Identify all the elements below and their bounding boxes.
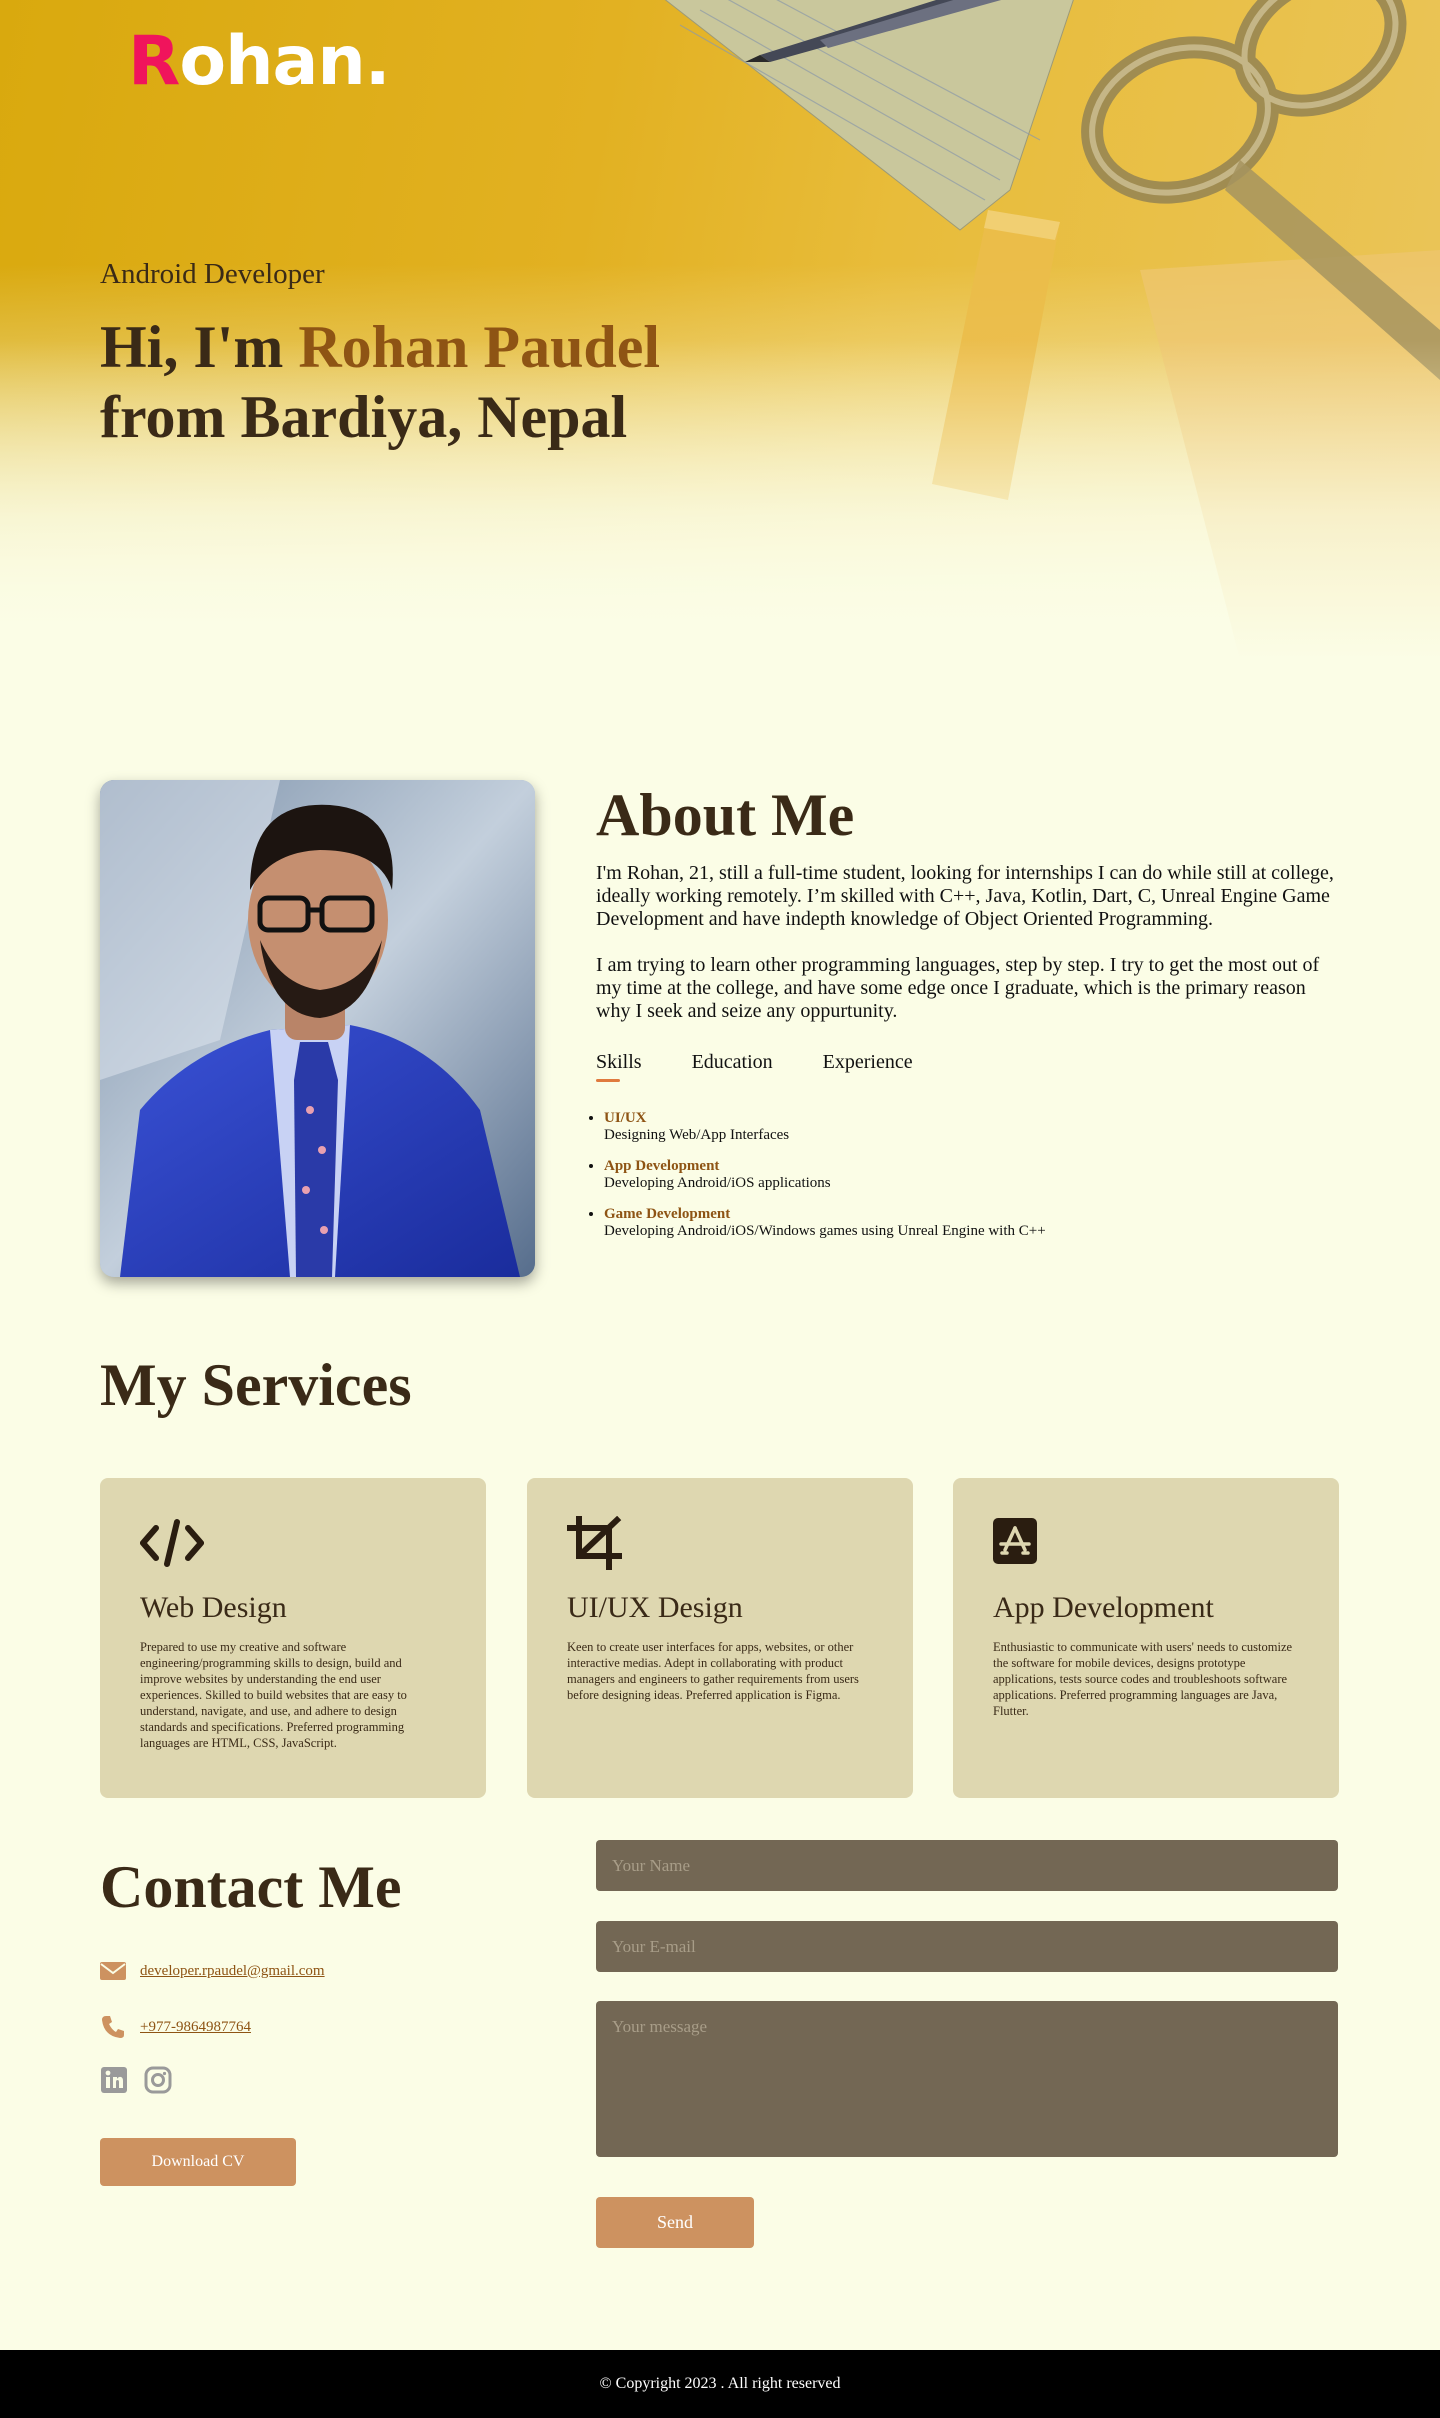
social-links <box>100 2066 172 2094</box>
skill-description: Designing Web/App Interfaces <box>604 1127 790 1143</box>
skill-description: Developing Android/iOS applications <box>604 1175 831 1191</box>
about-heading: About Me <box>596 782 855 848</box>
download-cv-button[interactable]: Download CV <box>100 2138 296 2186</box>
hero-location: from Bardiya, Nepal <box>100 384 628 450</box>
skills-list: UI/UX Designing Web/App Interfaces App D… <box>596 1110 1336 1240</box>
email-link[interactable]: developer.rpaudel@gmail.com <box>140 1963 325 1980</box>
service-title: UI/UX Design <box>567 1591 743 1624</box>
skill-title: UI/UX <box>604 1110 647 1126</box>
contact-email-row: developer.rpaudel@gmail.com <box>100 1960 325 1982</box>
service-card-app-development: App Development Enthusiastic to communic… <box>953 1478 1339 1798</box>
tab-experience[interactable]: Experience <box>823 1051 913 1082</box>
message-field[interactable] <box>596 2001 1338 2157</box>
about-paragraph-1: I'm Rohan, 21, still a full-time student… <box>596 862 1334 930</box>
code-icon <box>140 1519 204 1567</box>
about-tabs: Skills Education Experience <box>596 1051 1336 1082</box>
contact-section: Contact Me developer.rpaudel@gmail.com +… <box>0 1840 1440 2350</box>
hero-section: Rohan. Android Developer Hi, I'm Rohan P… <box>0 0 1440 660</box>
copyright-text: © Copyright 2023 . All right reserved <box>599 2375 841 2392</box>
profile-photo <box>100 780 535 1277</box>
linkedin-icon[interactable] <box>100 2066 128 2094</box>
service-title: Web Design <box>140 1591 287 1624</box>
contact-heading: Contact Me <box>100 1854 402 1920</box>
service-card-web-design: Web Design Prepared to use my creative a… <box>100 1478 486 1798</box>
envelope-icon <box>100 1962 126 1980</box>
list-item: Game Development Developing Android/iOS/… <box>604 1206 1336 1240</box>
instagram-icon[interactable] <box>144 2066 172 2094</box>
services-heading: My Services <box>100 1352 412 1418</box>
email-field[interactable] <box>596 1921 1338 1972</box>
send-button[interactable]: Send <box>596 2197 754 2248</box>
logo-rest: ohan. <box>179 22 390 101</box>
contact-phone-row: +977-9864987764 <box>100 2014 251 2040</box>
about-paragraph-2: I am trying to learn other programming l… <box>596 954 1320 1022</box>
site-logo[interactable]: Rohan. <box>128 22 391 101</box>
skill-title: App Development <box>604 1158 720 1174</box>
about-section: About Me I'm Rohan, 21, still a full-tim… <box>0 660 1440 1300</box>
service-description: Keen to create user interfaces for apps,… <box>567 1640 859 1702</box>
service-title: App Development <box>993 1591 1214 1624</box>
phone-icon <box>102 2016 124 2038</box>
service-description: Enthusiastic to communicate with users' … <box>993 1640 1293 1718</box>
services-section: My Services Web Design Prepared to use m… <box>0 1300 1440 1840</box>
service-card-uiux-design: UI/UX Design Keen to create user interfa… <box>527 1478 913 1798</box>
about-content: About Me I'm Rohan, 21, still a full-tim… <box>596 780 1336 1254</box>
logo-initial: R <box>128 22 180 101</box>
hero-role: Android Developer <box>100 258 325 290</box>
list-item: App Development Developing Android/iOS a… <box>604 1158 1336 1192</box>
hero-title: Hi, I'm Rohan Paudel from Bardiya, Nepal <box>100 312 660 452</box>
skill-description: Developing Android/iOS/Windows games usi… <box>604 1223 1046 1239</box>
app-store-icon <box>993 1518 1037 1564</box>
hero-name: Rohan Paudel <box>298 314 661 380</box>
crop-icon <box>566 1515 622 1571</box>
hero-greeting: Hi, I'm <box>100 314 299 380</box>
list-item: UI/UX Designing Web/App Interfaces <box>604 1110 1336 1144</box>
tab-skills[interactable]: Skills <box>596 1051 642 1082</box>
name-field[interactable] <box>596 1840 1338 1891</box>
phone-link[interactable]: +977-9864987764 <box>140 2019 251 2036</box>
service-description: Prepared to use my creative and software… <box>140 1640 407 1750</box>
site-footer: © Copyright 2023 . All right reserved <box>0 2350 1440 2418</box>
skill-title: Game Development <box>604 1206 731 1222</box>
tab-education[interactable]: Education <box>692 1051 773 1082</box>
